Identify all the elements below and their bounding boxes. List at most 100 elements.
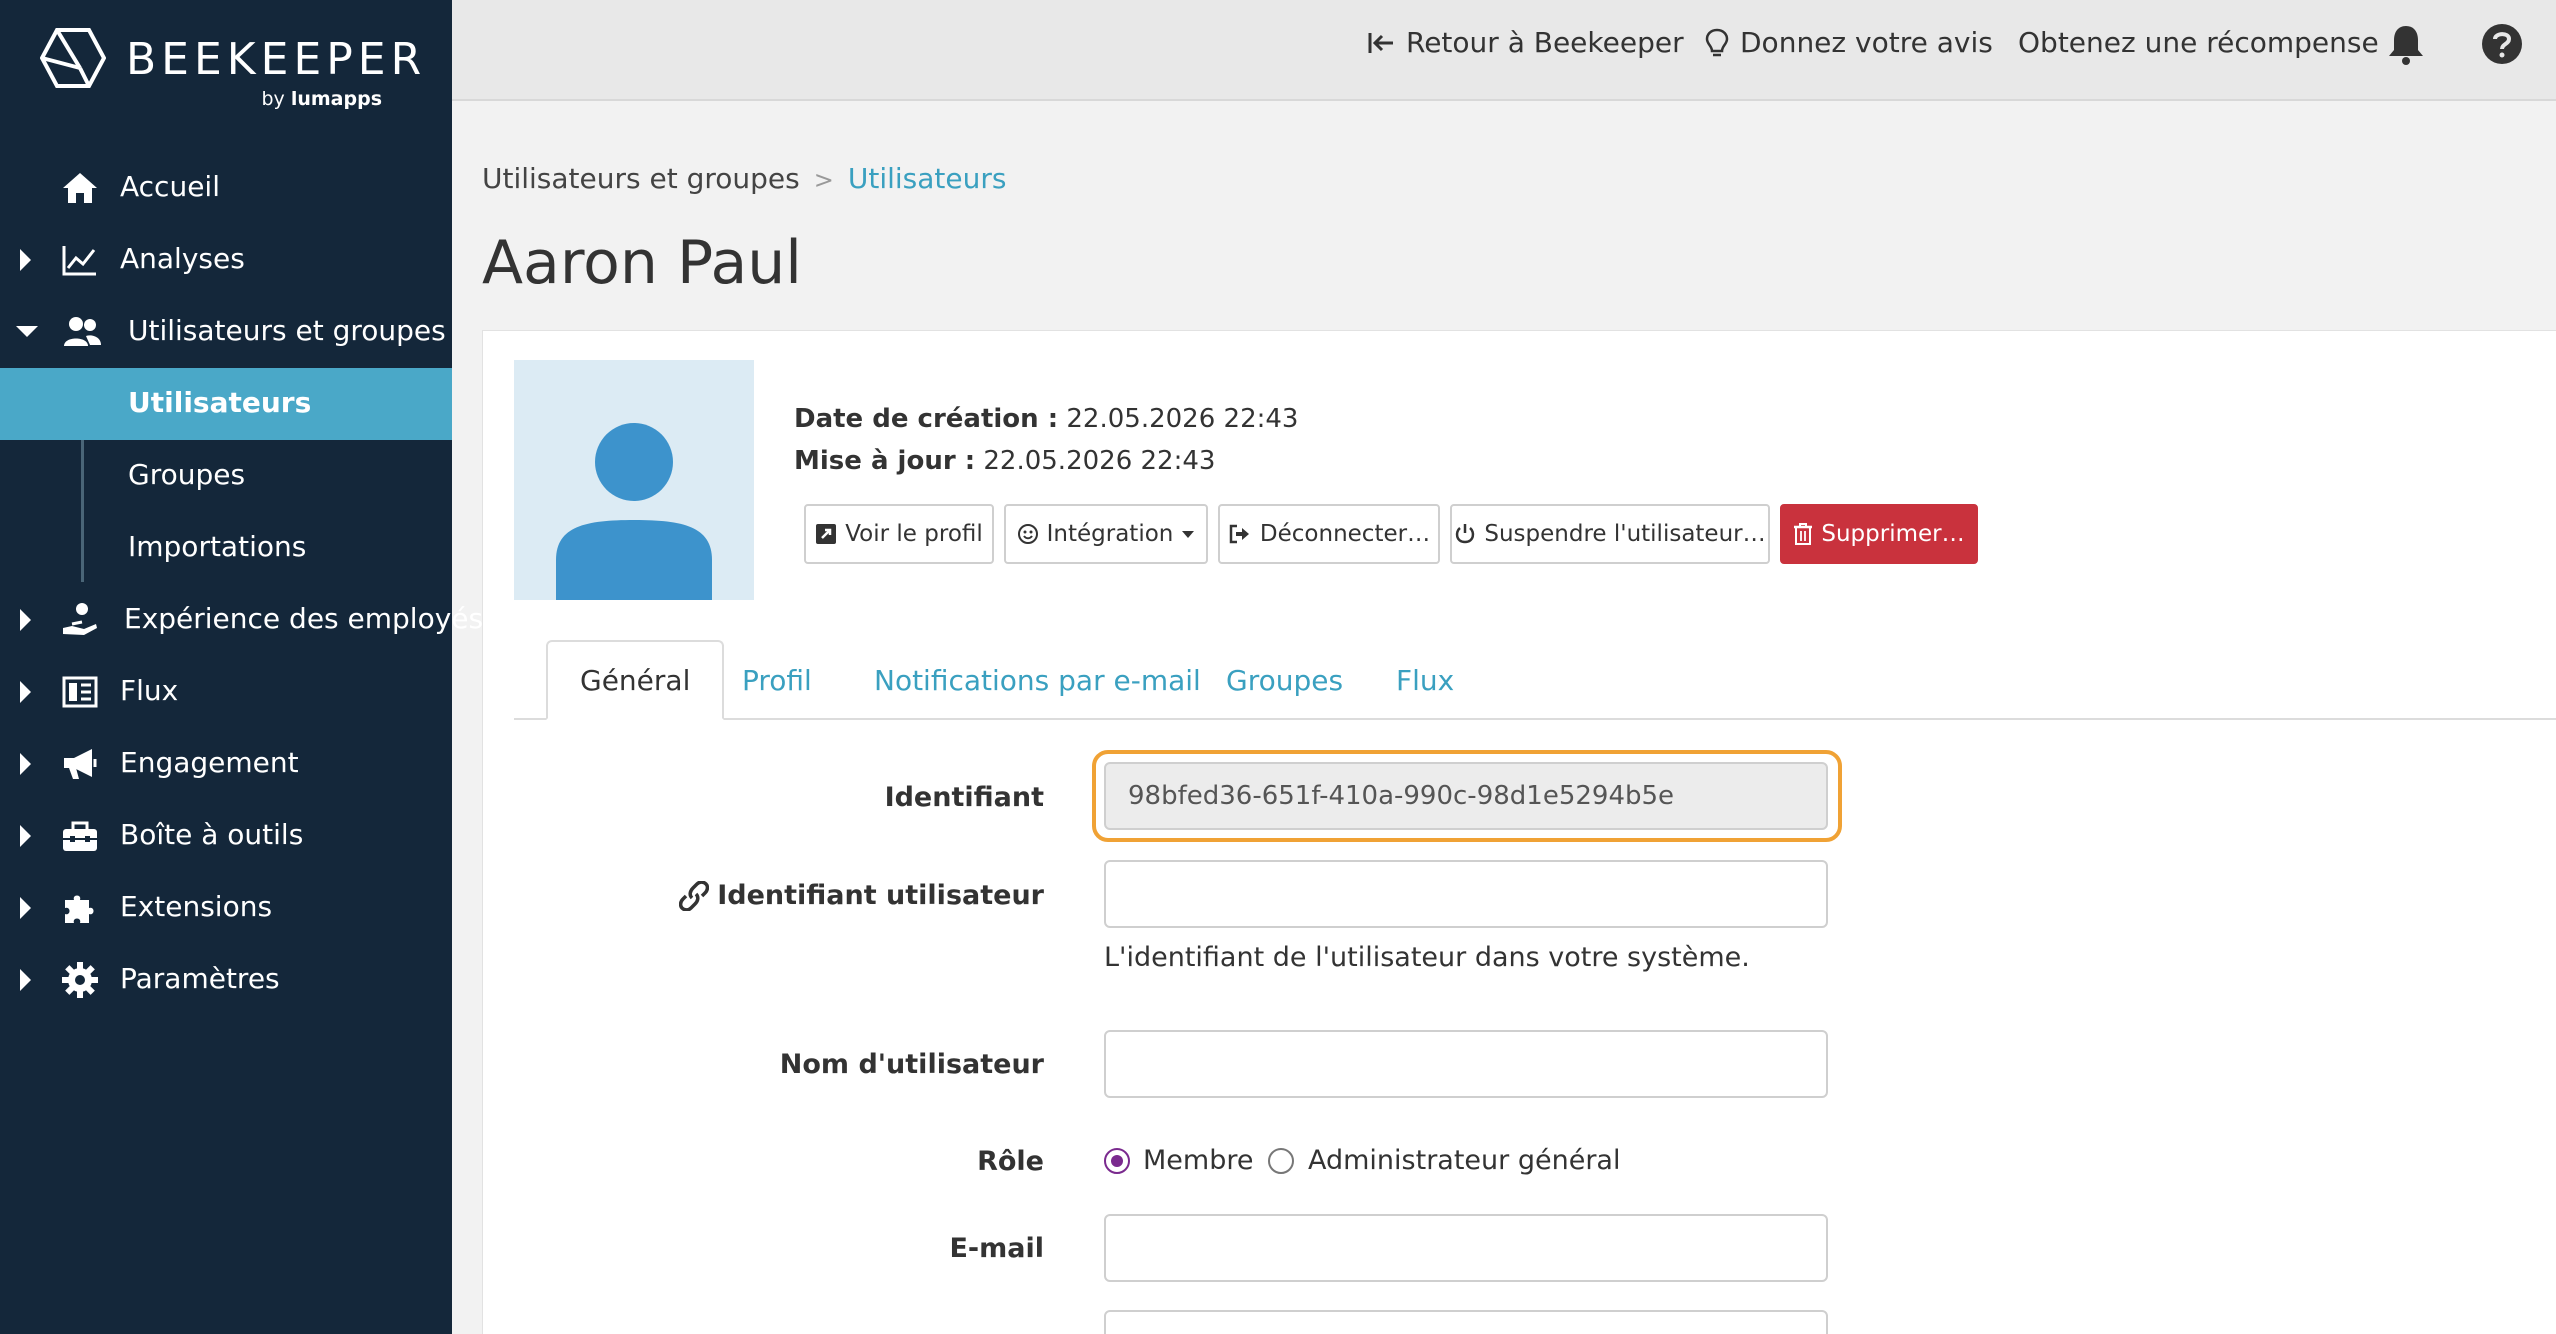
smile-icon xyxy=(1017,524,1038,544)
sidebar-item-flux[interactable]: Flux xyxy=(0,658,452,726)
user-identifier-input[interactable] xyxy=(1104,860,1828,928)
sidebar-item-engagement[interactable]: Engagement xyxy=(0,730,452,798)
avatar xyxy=(514,360,754,600)
megaphone-icon xyxy=(64,749,97,779)
home-icon xyxy=(63,173,97,203)
hand-heart-icon xyxy=(63,603,97,635)
sidebar-subitem-importations[interactable]: Importations xyxy=(0,512,452,584)
caret-right-icon xyxy=(20,249,31,271)
brand-name: BEEKEEPER xyxy=(126,34,427,85)
sidebar-item-parametres[interactable]: Paramètres xyxy=(0,946,452,1014)
line-chart-icon xyxy=(62,246,96,276)
sidebar-item-label: Extensions xyxy=(120,890,273,923)
caret-right-icon xyxy=(20,753,31,775)
sidebar: BEEKEEPER by lumapps Accueil Analyses Ut… xyxy=(0,0,483,1334)
sidebar-item-label: Paramètres xyxy=(120,962,280,995)
external-link-icon xyxy=(816,524,837,544)
role-label: Rôle xyxy=(977,1146,1044,1177)
sidebar-item-label: Utilisateurs et groupes xyxy=(128,314,446,347)
username-label: Nom d'utilisateur xyxy=(779,1049,1044,1080)
sidebar-item-label: Expérience des employés xyxy=(124,602,484,635)
breadcrumb-current[interactable]: Utilisateurs xyxy=(848,162,1007,195)
caret-down-icon xyxy=(16,326,38,337)
bell-icon[interactable] xyxy=(2386,22,2426,66)
newspaper-icon xyxy=(62,676,98,708)
tab-general[interactable]: Général xyxy=(546,640,725,720)
beekeeper-logo-icon xyxy=(40,28,106,88)
caret-right-icon xyxy=(20,681,31,703)
caret-right-icon xyxy=(20,969,31,991)
sidebar-item-label: Flux xyxy=(120,674,179,707)
caret-right-icon xyxy=(20,897,31,919)
integration-label: Intégration xyxy=(1046,521,1174,547)
sidebar-subitem-label: Importations xyxy=(128,530,307,563)
email-input[interactable] xyxy=(1104,1214,1828,1282)
sidebar-item-accueil[interactable]: Accueil xyxy=(0,154,452,222)
feedback-link-label: Donnez votre avis xyxy=(1740,26,1993,59)
user-silhouette-icon xyxy=(556,423,712,600)
user-identifier-label-group: Identifiant utilisateur xyxy=(679,880,1044,911)
logout-button[interactable]: Déconnecter… xyxy=(1218,504,1440,564)
beekeeper-logo[interactable]: BEEKEEPER by lumapps xyxy=(40,28,421,118)
sidebar-item-analyses[interactable]: Analyses xyxy=(0,226,452,294)
created-label: Date de création : xyxy=(794,404,1059,434)
tab-groupes[interactable]: Groupes xyxy=(1226,640,1343,720)
feedback-link[interactable]: Donnez votre avis xyxy=(1704,26,1993,59)
sidebar-item-label: Boîte à outils xyxy=(120,818,304,851)
sidebar-subitem-utilisateurs[interactable]: Utilisateurs xyxy=(0,368,452,440)
created-date: Date de création : 22.05.2026 22:43 xyxy=(794,404,1298,434)
lightbulb-icon xyxy=(1705,28,1729,56)
link-icon xyxy=(679,880,710,911)
gear-icon xyxy=(62,962,98,998)
caret-down-icon xyxy=(1182,531,1195,538)
help-icon[interactable] xyxy=(2480,22,2524,66)
tab-profil[interactable]: Profil xyxy=(742,640,812,720)
role-membre-radio[interactable] xyxy=(1104,1148,1130,1174)
identifier-field[interactable]: 98bfed36-651f-410a-990c-98d1e5294b5e xyxy=(1104,762,1828,830)
breadcrumb: Utilisateurs et groupes > Utilisateurs xyxy=(482,162,1006,195)
tab-flux[interactable]: Flux xyxy=(1396,640,1454,720)
integration-dropdown-button[interactable]: Intégration xyxy=(1004,504,1208,564)
username-input[interactable] xyxy=(1104,1030,1828,1098)
sidebar-subitem-groupes[interactable]: Groupes xyxy=(0,440,452,512)
suspend-label: Suspendre l'utilisateur… xyxy=(1484,521,1766,547)
sidebar-item-experience-des-employes[interactable]: Expérience des employés xyxy=(0,586,483,654)
top-bar: Retour à Beekeeper Donnez votre avis Obt… xyxy=(452,0,2556,101)
breadcrumb-parent[interactable]: Utilisateurs et groupes xyxy=(482,162,800,195)
suspend-user-button[interactable]: Suspendre l'utilisateur… xyxy=(1450,504,1770,564)
tab-notifications[interactable]: Notifications par e-mail xyxy=(874,640,1201,720)
delete-label: Supprimer… xyxy=(1821,521,1965,547)
identifier-label: Identifiant xyxy=(884,782,1044,813)
role-admin-radio[interactable] xyxy=(1268,1148,1294,1174)
back-link-label: Retour à Beekeeper xyxy=(1406,26,1684,59)
users-icon xyxy=(64,317,101,346)
sidebar-item-label: Accueil xyxy=(120,170,220,203)
sidebar-item-label: Engagement xyxy=(120,746,299,779)
view-profile-button[interactable]: Voir le profil xyxy=(804,504,994,564)
breadcrumb-separator: > xyxy=(813,166,834,194)
updated-value: 22.05.2026 22:43 xyxy=(983,446,1216,476)
sidebar-subitem-label: Groupes xyxy=(128,458,246,491)
role-membre-label[interactable]: Membre xyxy=(1143,1145,1253,1176)
reward-link-label: Obtenez une récompense xyxy=(2018,26,2379,59)
sidebar-item-label: Analyses xyxy=(120,242,245,275)
role-admin-label[interactable]: Administrateur général xyxy=(1308,1145,1620,1176)
toolbox-icon xyxy=(63,821,97,851)
puzzle-icon xyxy=(65,895,94,923)
trash-icon xyxy=(1794,523,1813,545)
reward-link[interactable]: Obtenez une récompense xyxy=(2018,26,2379,59)
back-to-beekeeper-link[interactable]: Retour à Beekeeper xyxy=(1366,26,1684,59)
sidebar-item-boite-a-outils[interactable]: Boîte à outils xyxy=(0,802,452,870)
sidebar-subitem-label: Utilisateurs xyxy=(128,386,312,419)
next-field-partial[interactable] xyxy=(1104,1310,1828,1334)
user-identifier-label: Identifiant utilisateur xyxy=(717,880,1044,911)
view-profile-label: Voir le profil xyxy=(845,521,983,547)
tabs-divider xyxy=(514,718,2556,720)
delete-button[interactable]: Supprimer… xyxy=(1780,504,1978,564)
email-label: E-mail xyxy=(949,1233,1044,1264)
power-icon xyxy=(1456,524,1475,544)
logout-label: Déconnecter… xyxy=(1259,521,1431,547)
sidebar-item-extensions[interactable]: Extensions xyxy=(0,874,452,942)
sidebar-item-utilisateurs-et-groupes[interactable]: Utilisateurs et groupes xyxy=(0,298,452,366)
arrow-left-bar-icon xyxy=(1368,32,1393,53)
